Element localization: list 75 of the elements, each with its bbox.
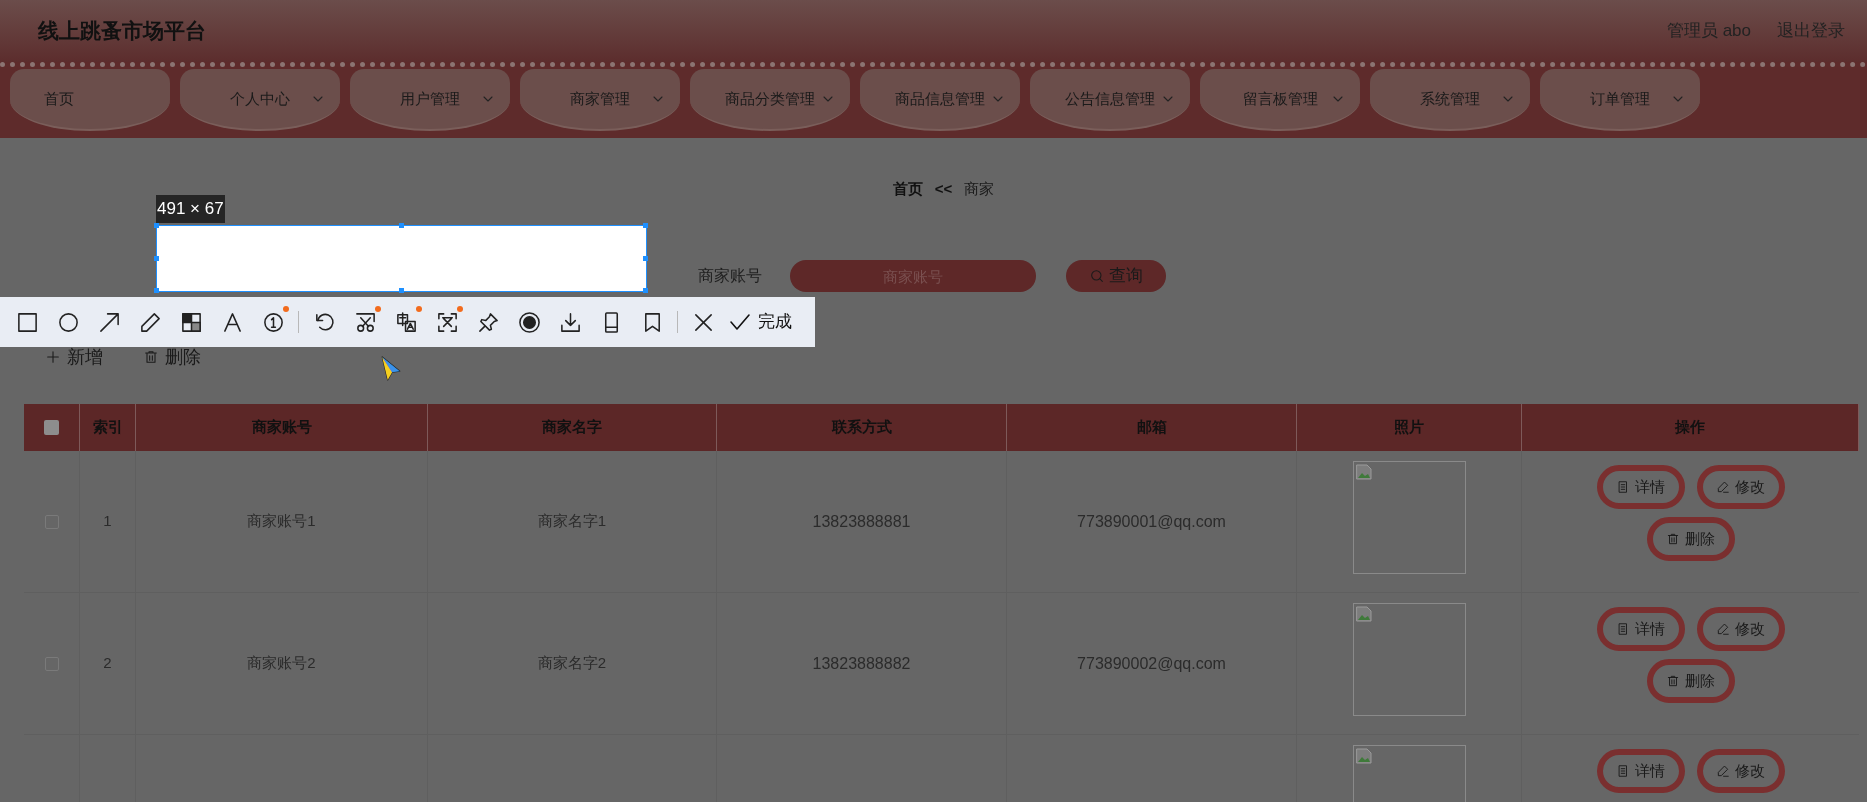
nav-tab[interactable]: 公告信息管理 [1030,69,1190,131]
nav-tab[interactable]: 用户管理 [350,69,510,131]
numbered-circle-icon [261,310,285,334]
table-cell-text: 商家名字2 [537,653,607,674]
table-cell-text: 商家账号1 [247,511,316,532]
download-icon [558,310,582,334]
table-cell-text: 2 [103,653,112,674]
delete-button[interactable]: 删除 [1646,517,1735,561]
rectangle-tool-icon [15,310,39,334]
column-header: 操作 [1675,417,1705,438]
detail-button[interactable]: 详情 [1596,465,1685,509]
broken-image-icon [1355,606,1372,622]
cursor-icon [380,355,402,383]
nav-tab[interactable]: 商品分类管理 [690,69,850,131]
selection-area[interactable] [156,225,647,292]
edit-button[interactable]: 修改 [1696,607,1785,651]
trash-icon [1666,674,1680,688]
trash-icon [1666,532,1680,546]
mosaic-tool-icon [179,310,203,334]
breadcrumb-home[interactable]: 首页 [892,177,923,201]
detail-button[interactable]: 详情 [1596,607,1685,651]
search-icon [1089,268,1105,284]
pencil-icon [1716,622,1730,636]
pin-icon [476,310,500,334]
scissors-icon [353,310,377,334]
delete-button[interactable]: 删除 [143,343,201,371]
document-icon [1616,764,1630,778]
admin-username: 管理员 abo [1666,20,1751,43]
nav-tab[interactable]: 留言板管理 [1200,69,1360,131]
trash-icon [143,349,159,365]
site-title: 线上跳蚤市场平台 [38,18,206,45]
nav-tab[interactable]: 首页 [10,69,170,131]
nav-tab[interactable]: 商品信息管理 [860,69,1020,131]
breadcrumb-separator: << [934,178,953,199]
nav-tab[interactable]: 商家管理 [520,69,680,131]
logout-link[interactable]: 退出登录 [1777,18,1845,44]
arrow-tool-icon [97,310,121,334]
translate-icon [394,310,418,334]
table-cell-text: 13823888882 [812,653,911,674]
search-label: 商家账号 [698,266,763,286]
table-cell-text: 商家名字1 [537,511,607,532]
add-button[interactable]: 新增 [45,343,103,371]
pencil-tool-icon [138,310,162,334]
delete-button[interactable]: 删除 [1646,659,1735,703]
plus-icon [45,349,61,365]
column-header: 商家账号 [251,417,312,438]
table-cell-text: 773890002@qq.com [1077,653,1226,674]
table-cell-text: 商家账号2 [247,653,316,674]
select-all-checkbox[interactable] [44,420,59,435]
nav-tab[interactable]: 系统管理 [1370,69,1530,131]
broken-image-icon [1355,464,1372,480]
pencil-icon [1716,480,1730,494]
column-header: 邮箱 [1136,417,1167,438]
document-icon [1616,480,1630,494]
selection-size-label: 491 × 67 [156,195,225,223]
text-recognition-icon [435,310,459,334]
column-header: 索引 [92,417,123,438]
nav-tab[interactable]: 订单管理 [1540,69,1700,131]
record-icon [517,310,541,334]
table-cell-text: 1 [103,511,112,532]
table-cell-text: 773890001@qq.com [1077,511,1226,532]
done-button[interactable]: 完成 [728,309,792,335]
nav-tab[interactable]: 个人中心 [180,69,340,131]
breadcrumb-current: 商家 [964,178,995,199]
edit-button[interactable]: 修改 [1696,465,1785,509]
column-header: 照片 [1394,417,1424,438]
broken-image-icon [1355,748,1372,764]
document-icon [1616,622,1630,636]
detail-button[interactable]: 详情 [1596,749,1685,793]
table-cell-text: 13823888881 [812,511,911,532]
column-header: 商家名字 [542,417,602,438]
circle-tool-icon [56,310,80,334]
edit-button[interactable]: 修改 [1696,749,1785,793]
column-header: 联系方式 [831,417,892,438]
pencil-icon [1716,764,1730,778]
